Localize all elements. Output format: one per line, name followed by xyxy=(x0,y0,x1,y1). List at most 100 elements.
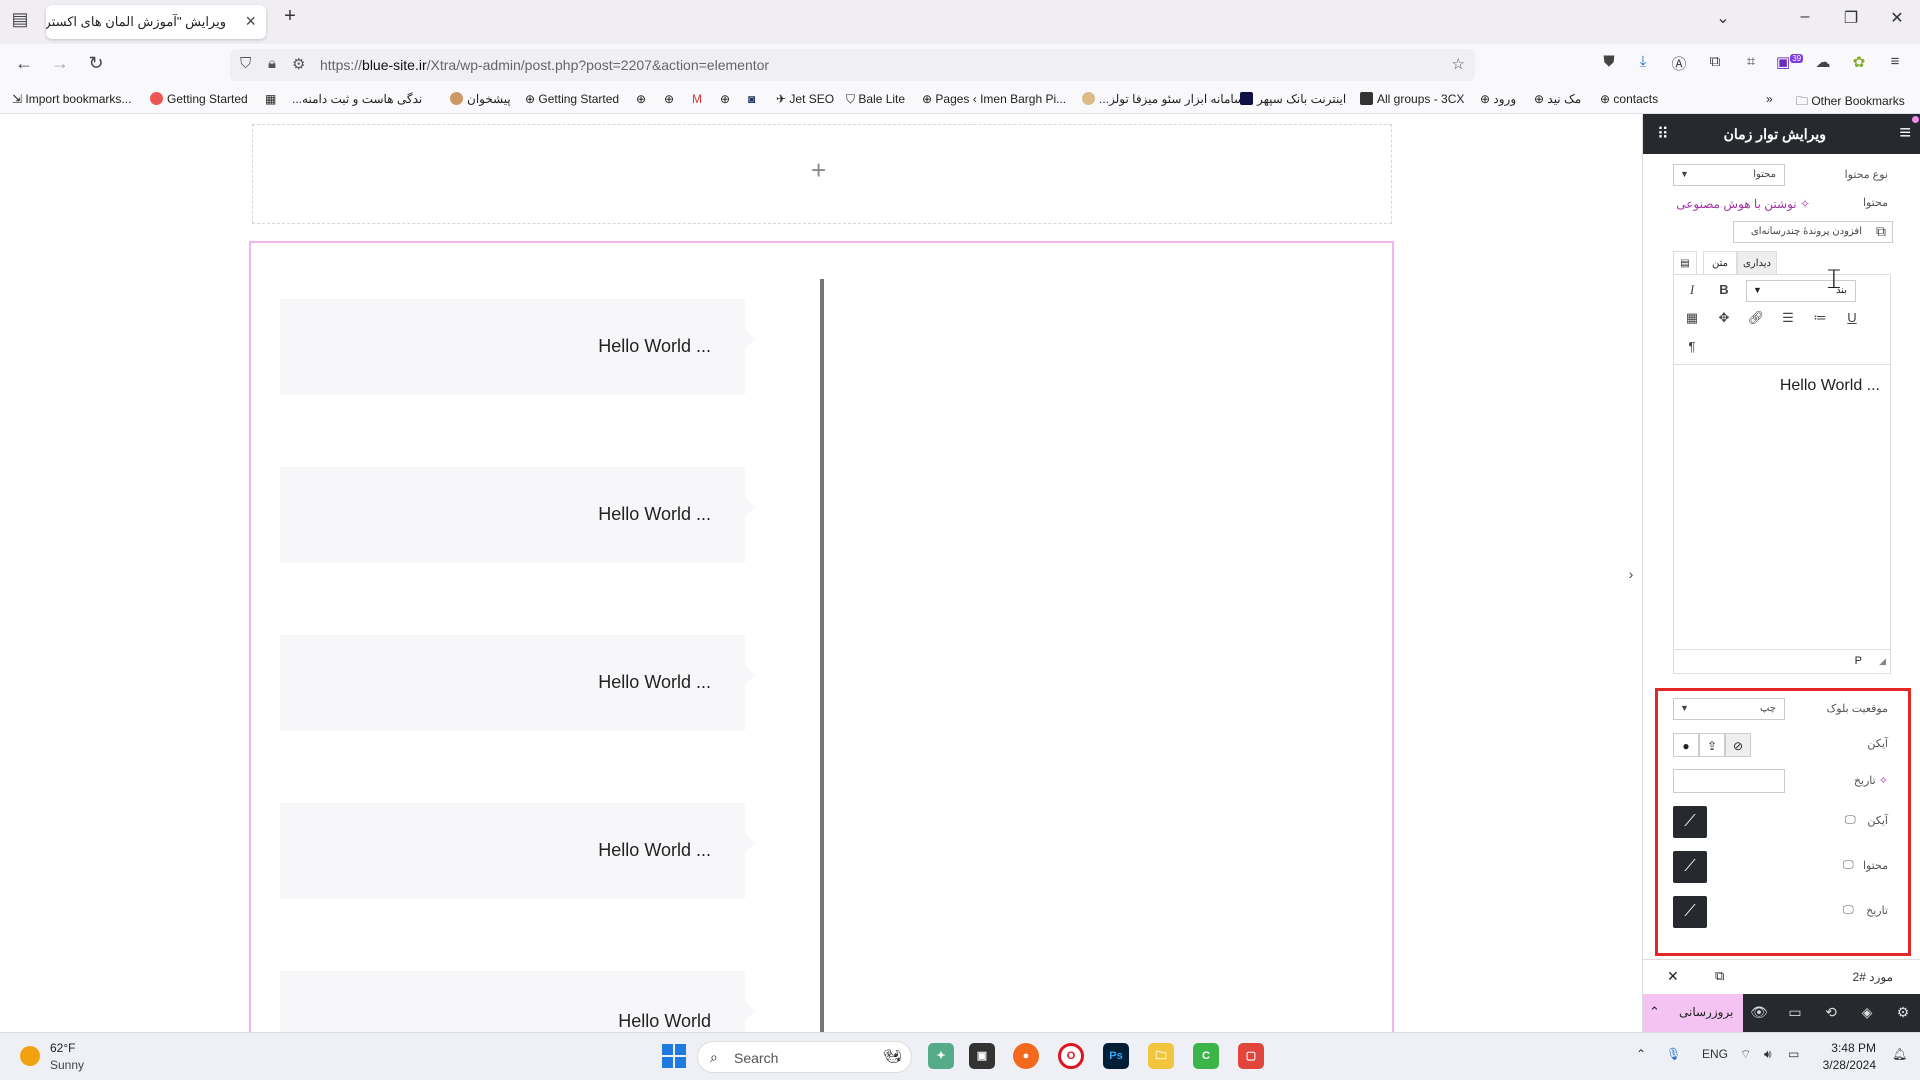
clock-date[interactable]: 3/28/2024 xyxy=(1823,1058,1876,1072)
microphone-icon[interactable]: 🎙︎ xyxy=(1666,1047,1681,1061)
date-input[interactable] xyxy=(1673,769,1785,793)
bookmark-icon[interactable]: ◙ xyxy=(748,92,755,106)
bookmark-mizfa-tools[interactable]: ...سامانه ابزار سئو میزفا تولز xyxy=(1082,92,1244,106)
opera-icon[interactable]: O xyxy=(1058,1043,1084,1069)
forward-icon[interactable]: → xyxy=(48,53,72,74)
fullscreen-icon[interactable]: ✥ xyxy=(1714,308,1734,328)
star-icon[interactable]: ☆ xyxy=(1452,55,1465,73)
history-icon[interactable]: ⟲ xyxy=(1821,1004,1841,1021)
lock-icon[interactable]: 🔒︎ xyxy=(268,55,276,72)
none-icon[interactable]: ⊘ xyxy=(1725,733,1751,757)
icon-style-edit-button[interactable]: ⟋ xyxy=(1673,806,1707,838)
timeline-card[interactable]: Hello World ... xyxy=(280,803,755,899)
timeline-card[interactable]: Hello World xyxy=(280,971,755,1032)
bookmark-login[interactable]: ⊕ ورود xyxy=(1480,92,1516,106)
permissions-icon[interactable]: ⚙︎ xyxy=(292,55,305,73)
bullet-list-icon[interactable]: ≔ xyxy=(1810,308,1830,328)
bookmark-hosting[interactable]: ...ندگی هاست و ثبت دامنه xyxy=(292,92,422,106)
bookmark-contacts[interactable]: ⊕ contacts xyxy=(1600,92,1658,106)
tab-list-icon[interactable]: ▤ xyxy=(8,9,32,30)
date-style-edit-button[interactable]: ⟋ xyxy=(1673,896,1707,928)
timeline-card[interactable]: Hello World ... xyxy=(280,467,755,563)
url-bar[interactable]: ⛉ 🔒︎ ⚙︎ https://blue-site.ir/Xtra/wp-adm… xyxy=(230,49,1475,81)
update-button[interactable]: ⌃ بروزرسانی xyxy=(1643,994,1743,1032)
more-bookmarks-icon[interactable]: » xyxy=(1766,92,1773,106)
bookmark-jet-seo[interactable]: ✈ Jet SEO xyxy=(776,92,834,106)
resize-handle-icon[interactable]: ◢ xyxy=(1879,656,1886,667)
paragraph-direction-icon[interactable]: ¶ xyxy=(1682,337,1702,357)
globe-icon[interactable]: ⊕ xyxy=(720,92,730,106)
download-icon[interactable]: ⤓ xyxy=(1632,53,1654,75)
preview-eye-icon[interactable]: 👁︎ xyxy=(1749,1004,1769,1021)
repeater-item-row[interactable]: ✕ ⧉ مورد #2 xyxy=(1643,959,1920,993)
new-tab-button[interactable]: + xyxy=(275,5,305,28)
bold-icon[interactable]: B xyxy=(1714,280,1734,300)
reload-icon[interactable]: ↻ xyxy=(84,53,108,74)
file-explorer-icon[interactable]: 🗀︎ xyxy=(1148,1043,1174,1069)
bookmark-sepehr-bank[interactable]: اینترنت بانک سپهر xyxy=(1240,92,1346,106)
copilot-icon[interactable]: ✦ xyxy=(928,1043,954,1069)
chevron-up-icon[interactable]: ⌃ xyxy=(1649,1004,1669,1020)
bookmark-mac-nid[interactable]: ⊕ مک نید xyxy=(1534,92,1581,106)
empty-section[interactable]: + xyxy=(252,124,1392,224)
minimize-icon[interactable]: – xyxy=(1790,8,1820,26)
chevron-down-icon[interactable]: ⌄ xyxy=(1708,8,1738,28)
pocket-icon[interactable]: ⛊ xyxy=(1598,53,1620,75)
flower-extension-icon[interactable]: ✿ xyxy=(1848,53,1870,75)
responsive-mode-icon[interactable]: ▭ xyxy=(1785,1004,1805,1021)
battery-icon[interactable]: ▭ xyxy=(1788,1047,1799,1061)
back-icon[interactable]: ← xyxy=(12,53,36,74)
windows-start-icon[interactable] xyxy=(662,1044,686,1068)
add-section-icon[interactable]: + xyxy=(811,155,826,186)
remove-item-icon[interactable]: ✕ xyxy=(1667,968,1679,985)
tab-visual[interactable]: دیداری xyxy=(1737,251,1777,275)
wifi-icon[interactable]: ⌔ xyxy=(1740,1047,1751,1062)
clock-time[interactable]: 3:48 PM xyxy=(1831,1041,1876,1055)
close-window-icon[interactable]: ✕ xyxy=(1882,8,1912,28)
taskbar-search[interactable]: ⌕ Search 🦦︎ xyxy=(697,1041,912,1073)
bookmark-dashboard[interactable]: پیشخوان xyxy=(450,92,511,106)
gmail-icon[interactable]: M xyxy=(692,92,702,106)
bookmark-getting-started-2[interactable]: ⊕ Getting Started xyxy=(525,92,619,106)
globe-icon[interactable]: ⊕ xyxy=(636,92,646,106)
browser-tab-active[interactable]: ویرایش "آموزش المان های اکسترا – ... × xyxy=(46,5,266,39)
responsive-monitor-icon[interactable]: 🖵︎ xyxy=(1843,859,1854,872)
sun-icon[interactable] xyxy=(20,1046,40,1066)
bookmark-3cx[interactable]: All groups - 3CX xyxy=(1360,92,1464,106)
camtasia-recorder-icon[interactable]: ▢ xyxy=(1238,1043,1264,1069)
underline-icon[interactable]: U xyxy=(1842,308,1862,328)
photoshop-icon[interactable]: Ps xyxy=(1103,1043,1129,1069)
italic-icon[interactable]: I xyxy=(1682,280,1702,300)
close-tab-icon[interactable]: × xyxy=(245,11,256,32)
wysiwyg-editor[interactable]: I B بند ▼ ▦ ✥ 🔗︎ ☰ ≔ U ¶ 𝙸 Hello World .… xyxy=(1673,263,1891,674)
tab-text[interactable]: متن xyxy=(1703,251,1737,275)
navigator-layers-icon[interactable]: ◈ xyxy=(1857,1004,1877,1021)
ai-write-link[interactable]: ✧ نوشتن با هوش مصنوعی xyxy=(1676,197,1810,211)
account-icon[interactable]: Ⓐ xyxy=(1668,53,1690,75)
globe-icon[interactable]: ⊕ xyxy=(664,92,674,106)
link-icon[interactable]: 🔗︎ xyxy=(1746,308,1766,328)
task-view-icon[interactable]: ▣ xyxy=(969,1043,995,1069)
bookmark-calendar[interactable]: ▦ xyxy=(265,92,276,106)
dot-icon[interactable]: ● xyxy=(1673,733,1699,757)
chevron-up-icon[interactable]: ⌃ xyxy=(1636,1047,1646,1061)
hamburger-menu-icon[interactable]: ≡ xyxy=(1899,122,1911,145)
bookmark-getting-started-1[interactable]: Getting Started xyxy=(150,92,248,106)
upload-icon[interactable]: ⇪ xyxy=(1699,733,1725,757)
timeline-card[interactable]: Hello World ... xyxy=(280,635,755,731)
restore-icon[interactable]: ❐ xyxy=(1836,8,1866,28)
editor-content[interactable]: Hello World ... xyxy=(1780,377,1880,395)
extensions-icon[interactable]: ⧉ xyxy=(1704,53,1726,75)
crop-icon[interactable]: ⌗ xyxy=(1740,53,1762,75)
settings-gear-icon[interactable]: ⚙ xyxy=(1893,1004,1913,1021)
bookmark-bale-lite[interactable]: ⛉ Bale Lite xyxy=(846,92,905,107)
bookmark-imen-bargh[interactable]: ⊕ Pages ‹ Imen Bargh Pi... xyxy=(922,92,1066,106)
timeline-section[interactable]: Hello World ... Hello World ... Hello Wo… xyxy=(249,241,1394,1032)
ordered-list-icon[interactable]: ☰ xyxy=(1778,308,1798,328)
extension-badge-icon[interactable]: ▣ 39 xyxy=(1776,53,1804,75)
duplicate-item-icon[interactable]: ⧉ xyxy=(1715,968,1724,984)
volume-icon[interactable]: 🔊︎ xyxy=(1764,1047,1772,1062)
cloud-icon[interactable]: ☁ xyxy=(1812,53,1834,75)
language-indicator[interactable]: ENG xyxy=(1702,1047,1728,1061)
widgets-grid-icon[interactable]: ⠿ xyxy=(1657,124,1669,144)
